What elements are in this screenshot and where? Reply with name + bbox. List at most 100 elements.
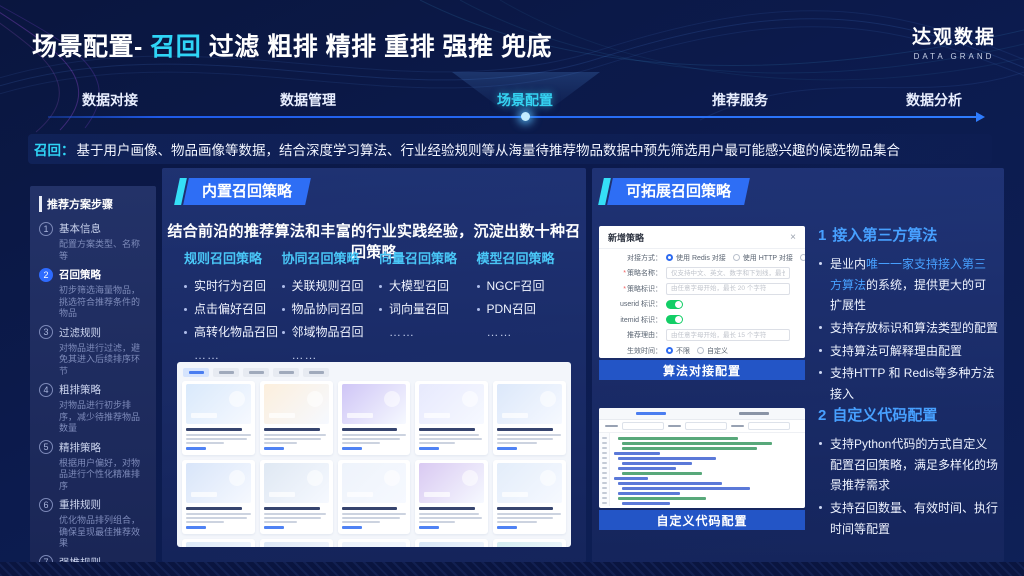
step-number: 5 [39, 440, 53, 454]
feature-bullet: 支持存放标识和算法类型的配置 [818, 318, 998, 339]
strategy-card[interactable] [415, 539, 488, 547]
card-link-bar[interactable] [497, 526, 517, 529]
card-illustration [419, 384, 484, 424]
gallery-tab[interactable] [303, 368, 329, 377]
nav-item[interactable]: 数据管理 [280, 90, 336, 110]
feature-bullet: 支持Python代码的方式自定义配置召回策略，满足多样化的场景推荐需求 [818, 434, 998, 496]
sidebar-step[interactable]: 7强推规则依据特定规则，强制展示特定类别的物品 [39, 555, 147, 563]
radio-option[interactable]: 使用 Redis 对接 [666, 253, 726, 263]
sidebar-step[interactable]: 1基本信息配置方案类型、名称等 [39, 221, 147, 262]
feature-number: 2 [818, 407, 826, 424]
card-illustration [264, 384, 329, 424]
code-area[interactable] [610, 433, 805, 506]
card-text-bar [497, 521, 537, 523]
text-segment: 支持Python代码的方式自定义配置召回策略，满足多样化的场景推荐需求 [830, 437, 998, 492]
sidebar-step[interactable]: 2召回策略初步筛选海量物品，挑选符合推荐条件的物品 [39, 267, 147, 320]
feature-title: 接入第三方算法 [832, 227, 937, 244]
card-link-bar[interactable] [342, 447, 362, 450]
card-link-bar[interactable] [497, 447, 517, 450]
strategy-card[interactable] [182, 381, 255, 455]
card-link-bar[interactable] [264, 447, 284, 450]
strategy-card[interactable] [493, 460, 566, 534]
toggle-switch[interactable] [666, 300, 683, 309]
code-line-bar [622, 462, 692, 465]
title-suffix: 过滤 粗排 精排 重排 强推 兜底 [201, 33, 552, 61]
strategy-item-label: 词向量召回 [389, 298, 449, 321]
card-link-bar[interactable] [419, 526, 439, 529]
radio-icon[interactable] [697, 347, 704, 354]
strategy-card[interactable] [260, 539, 333, 547]
card-illustration [342, 463, 407, 503]
strategy-gallery-screenshot [177, 362, 571, 547]
card-text-bar [497, 442, 537, 444]
line-number-bar [602, 462, 607, 464]
line-number-bar [602, 442, 607, 444]
nav-item[interactable]: 数据分析 [906, 90, 962, 110]
radio-icon[interactable] [666, 254, 673, 261]
toolbar-input[interactable] [748, 422, 790, 430]
gallery-tab[interactable] [183, 368, 209, 377]
close-icon[interactable]: × [790, 232, 796, 243]
feature-bullet-text: 是业内唯一一家支持接入第三方算法的系统，提供更大的可扩展性 [830, 254, 998, 316]
radio-option[interactable]: 自定义 [697, 346, 728, 356]
strategy-card[interactable] [182, 460, 255, 534]
card-illustration [419, 463, 484, 503]
brand-logo: 达观数据 DATA GRAND [912, 22, 996, 61]
strategy-card[interactable] [260, 381, 333, 455]
card-link-bar[interactable] [342, 526, 362, 529]
step-title: 粗排策略 [59, 382, 101, 397]
sidebar-step[interactable]: 6重排规则优化物品排列组合，确保呈现最佳推荐效果 [39, 497, 147, 550]
gallery-tab[interactable] [213, 368, 239, 377]
text-input[interactable] [666, 267, 790, 279]
card-illustration [186, 463, 251, 503]
strategy-card[interactable] [338, 381, 411, 455]
code-tab[interactable] [739, 412, 769, 415]
strategy-card[interactable] [493, 539, 566, 547]
toggle-switch[interactable] [666, 315, 683, 324]
radio-option[interactable]: 不限 [666, 346, 690, 356]
strategy-card[interactable] [338, 460, 411, 534]
nav-item[interactable]: 推荐服务 [712, 90, 768, 110]
gallery-tab[interactable] [243, 368, 269, 377]
nav-item[interactable]: 数据对接 [82, 90, 138, 110]
card-text-bar [186, 521, 224, 523]
card-link-bar[interactable] [419, 447, 439, 450]
card-link-bar[interactable] [264, 526, 284, 529]
strategy-card[interactable] [260, 460, 333, 534]
gallery-tab[interactable] [273, 368, 299, 377]
radio-option[interactable]: 使用 HTTP 对接 [733, 253, 793, 263]
bullet-dot [819, 326, 822, 329]
strategy-card[interactable] [415, 460, 488, 534]
recall-definition: 召回： 基于用户画像、物品画像等数据，结合深度学习算法、行业经验规则等从海量待推… [28, 134, 992, 164]
radio-icon[interactable] [800, 254, 805, 261]
strategy-column-title: 规则召回策略 [184, 248, 282, 267]
sidebar-step[interactable]: 4粗排策略对物品进行初步排序，减少待推荐物品数量 [39, 382, 147, 435]
toolbar-input[interactable] [622, 422, 664, 430]
plan-steps-sidebar: 推荐方案步骤 1基本信息配置方案类型、名称等2召回策略初步筛选海量物品，挑选符合… [30, 186, 156, 562]
feature-bullet: 支持召回数量、有效时间、执行时间等配置 [818, 498, 998, 539]
card-link-bar[interactable] [186, 447, 206, 450]
radio-option[interactable]: 文件上传 [800, 253, 805, 263]
step-description: 对物品进行过滤，避免其进入后续排序环节 [59, 343, 147, 378]
feature-heading: 2自定义代码配置 [818, 404, 998, 425]
radio-icon[interactable] [666, 347, 673, 354]
strategy-card[interactable] [415, 381, 488, 455]
strategy-card[interactable] [182, 539, 255, 547]
sidebar-step[interactable]: 5精排策略根据用户偏好，对物品进行个性化精准排序 [39, 440, 147, 493]
card-link-bar[interactable] [186, 526, 206, 529]
card-body [497, 428, 562, 450]
text-input[interactable] [666, 283, 790, 295]
strategy-card[interactable] [338, 539, 411, 547]
field-label: 推荐理由： [608, 330, 662, 340]
nav-item[interactable]: 场景配置 [497, 90, 553, 110]
code-tab[interactable] [636, 412, 666, 415]
radio-icon[interactable] [733, 254, 740, 261]
toolbar-input[interactable] [685, 422, 727, 430]
card-text-bar [186, 517, 247, 519]
strategy-card[interactable] [493, 381, 566, 455]
sidebar-step[interactable]: 3过滤规则对物品进行过滤，避免其进入后续排序环节 [39, 325, 147, 378]
card-body [419, 507, 484, 529]
card-text-bar [342, 442, 381, 444]
dialog-row: itemid 标识： [599, 313, 805, 327]
text-input[interactable] [666, 329, 790, 341]
